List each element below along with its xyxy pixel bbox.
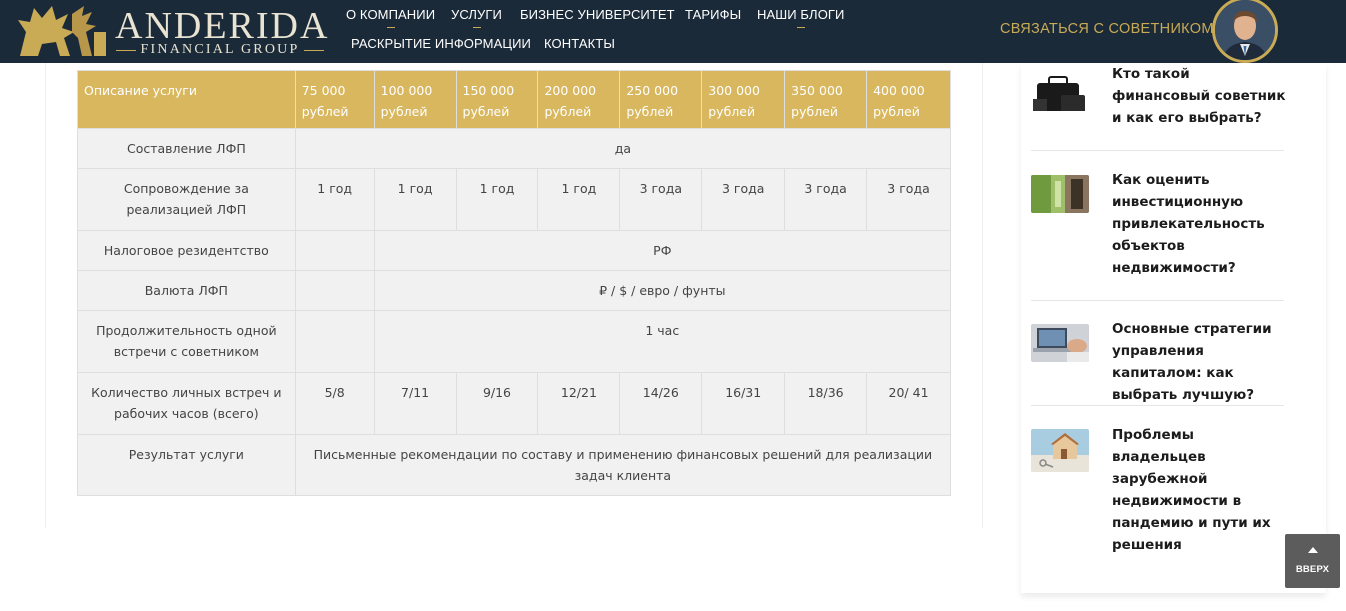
contact-advisor-button[interactable]: СВЯЗАТЬСЯ С СОВЕТНИКОМ: [1000, 21, 1214, 37]
row-label: Количество личных встреч и рабочих часов…: [77, 372, 296, 435]
row-label: Результат услуги: [77, 434, 296, 496]
table-row: Сопровождение за реализацией ЛФП 1 год 1…: [77, 168, 951, 231]
dropdown-dash-icon: [472, 27, 481, 28]
row-label: Валюта ЛФП: [77, 270, 296, 311]
nav-item-contacts[interactable]: КОНТАКТЫ: [544, 36, 615, 51]
house-keys-graphic-icon: [1031, 429, 1089, 472]
table-cell-empty: [294, 310, 375, 373]
dropdown-dash-icon: [386, 27, 395, 28]
row-label: Продолжительность одной встречи с советн…: [77, 310, 296, 373]
tier-header: 200 000 рублей: [537, 70, 621, 129]
advisor-avatar[interactable]: [1212, 0, 1278, 63]
tier-header: 350 000 рублей: [784, 70, 868, 129]
house-keys-image-icon[interactable]: [1031, 429, 1089, 472]
nav-item-label: БИЗНЕС УНИВЕРСИТЕТ: [520, 7, 675, 22]
nav-item-about[interactable]: О КОМПАНИИ: [346, 7, 436, 28]
nav-item-services[interactable]: УСЛУГИ: [451, 7, 502, 28]
sidebar-post[interactable]: Основные стратегии управления капиталом:…: [1031, 318, 1284, 403]
nav-item-label: НАШИ БЛОГИ: [757, 7, 845, 22]
door-graphic-icon: [1031, 175, 1089, 213]
post-title-link[interactable]: Как оценить инвестиционную привлекательн…: [1112, 169, 1287, 279]
scroll-to-top-label: ВВЕРХ: [1295, 564, 1330, 575]
table-cell: 1 час: [373, 310, 952, 373]
table-cell-empty: [294, 270, 375, 311]
laptop-graphic-icon: [1031, 324, 1089, 362]
table-cell: 16/31: [701, 372, 786, 435]
table-cell: 3 года: [866, 168, 951, 231]
dropdown-dash-icon: [796, 27, 805, 28]
table-row: Валюта ЛФП ₽ / $ / евро / фунты: [77, 270, 952, 311]
table-cell: 3 года: [619, 168, 703, 231]
table-cell: 14/26: [619, 372, 703, 435]
table-cell: 1 год: [294, 168, 375, 231]
table-header-row: Описание услуги 75 000 рублей 100 000 ру…: [77, 70, 951, 129]
table-row: Продолжительность одной встречи с советн…: [77, 310, 952, 373]
table-cell: 9/16: [455, 372, 539, 435]
table-cell: 20/ 41: [866, 372, 951, 435]
griffin-logo-icon: [18, 6, 106, 56]
sidebar-recent-posts: Кто такой финансовый советник и как его …: [1021, 63, 1326, 593]
nav-item-business-university[interactable]: БИЗНЕС УНИВЕРСИТЕТ: [520, 7, 675, 22]
post-title-link[interactable]: Основные стратегии управления капиталом:…: [1112, 318, 1287, 406]
tier-header: 400 000 рублей: [866, 70, 951, 129]
nav-item-label: О КОМПАНИИ: [346, 7, 436, 22]
post-title-link[interactable]: Проблемы владельцев зарубежной недвижимо…: [1112, 424, 1287, 556]
table-row: Налоговое резидентство РФ: [77, 230, 952, 271]
tier-header: 75 000 рублей: [294, 70, 375, 129]
table-cell: 1 год: [537, 168, 621, 231]
table-header-label: Описание услуги: [77, 70, 296, 129]
row-label: Составление ЛФП: [77, 128, 296, 169]
post-divider: [1031, 300, 1284, 301]
sidebar-post[interactable]: Кто такой финансовый советник и как его …: [1031, 63, 1287, 143]
tier-header: 250 000 рублей: [619, 70, 703, 129]
tier-header: 150 000 рублей: [455, 70, 539, 129]
nav-item-label: КОНТАКТЫ: [544, 36, 615, 51]
table-cell: да: [294, 128, 952, 169]
row-label: Налоговое резидентство: [77, 230, 296, 271]
sidebar-post[interactable]: Проблемы владельцев зарубежной недвижимо…: [1031, 424, 1284, 553]
company-logo[interactable]: ANDERIDA FINANCIAL GROUP: [12, 2, 327, 60]
logo-name: ANDERIDA: [115, 5, 330, 47]
table-cell: 3 года: [784, 168, 868, 231]
laptop-image-icon[interactable]: [1031, 324, 1089, 362]
nav-item-label: УСЛУГИ: [451, 7, 502, 22]
scroll-to-top-button[interactable]: ВВЕРХ: [1285, 534, 1340, 588]
table-cell: 7/11: [373, 372, 457, 435]
table-cell: 18/36: [784, 372, 868, 435]
tier-header: 100 000 рублей: [373, 70, 457, 129]
arrow-up-icon: [1308, 547, 1318, 553]
nav-item-label: ТАРИФЫ: [685, 7, 742, 22]
table-cell: Письменные рекомендации по составу и при…: [294, 434, 952, 496]
main-nav: О КОМПАНИИ УСЛУГИ БИЗНЕС УНИВЕРСИТЕТ ТАР…: [340, 0, 960, 63]
post-title-link[interactable]: Кто такой финансовый советник и как его …: [1112, 63, 1287, 129]
post-divider: [1031, 150, 1284, 151]
post-divider: [1031, 405, 1284, 406]
advisor-portrait-icon: [1215, 0, 1275, 60]
table-cell: 1 год: [455, 168, 539, 231]
table-cell: 12/21: [537, 372, 621, 435]
nav-item-disclosure[interactable]: РАСКРЫТИЕ ИНФОРМАЦИИ: [351, 36, 531, 51]
table-cell: РФ: [373, 230, 952, 271]
table-cell: ₽ / $ / евро / фунты: [373, 270, 952, 311]
briefcase-image-icon[interactable]: [1031, 69, 1089, 111]
nav-item-tariffs[interactable]: ТАРИФЫ: [685, 7, 741, 22]
table-cell: 1 год: [373, 168, 457, 231]
table-cell: 5/8: [294, 372, 375, 435]
door-image-icon[interactable]: [1031, 175, 1089, 213]
sidebar-post[interactable]: Как оценить инвестиционную привлекательн…: [1031, 169, 1284, 279]
table-row: Составление ЛФП да: [77, 128, 952, 169]
pricing-table: Описание услуги 75 000 рублей 100 000 ру…: [77, 70, 952, 496]
nav-item-label: РАСКРЫТИЕ ИНФОРМАЦИИ: [351, 36, 531, 51]
logo-subtitle: FINANCIAL GROUP: [116, 42, 324, 58]
site-header: ANDERIDA FINANCIAL GROUP О КОМПАНИИ УСЛУ…: [0, 0, 1346, 63]
nav-item-blogs[interactable]: НАШИ БЛОГИ: [757, 7, 845, 28]
table-cell-empty: [294, 230, 375, 271]
table-row: Результат услуги Письменные рекомендации…: [77, 434, 952, 496]
table-row: Количество личных встреч и рабочих часов…: [77, 372, 951, 435]
row-label: Сопровождение за реализацией ЛФП: [77, 168, 296, 231]
table-cell: 3 года: [701, 168, 786, 231]
tier-header: 300 000 рублей: [701, 70, 786, 129]
briefcase-graphic-icon: [1031, 69, 1089, 111]
